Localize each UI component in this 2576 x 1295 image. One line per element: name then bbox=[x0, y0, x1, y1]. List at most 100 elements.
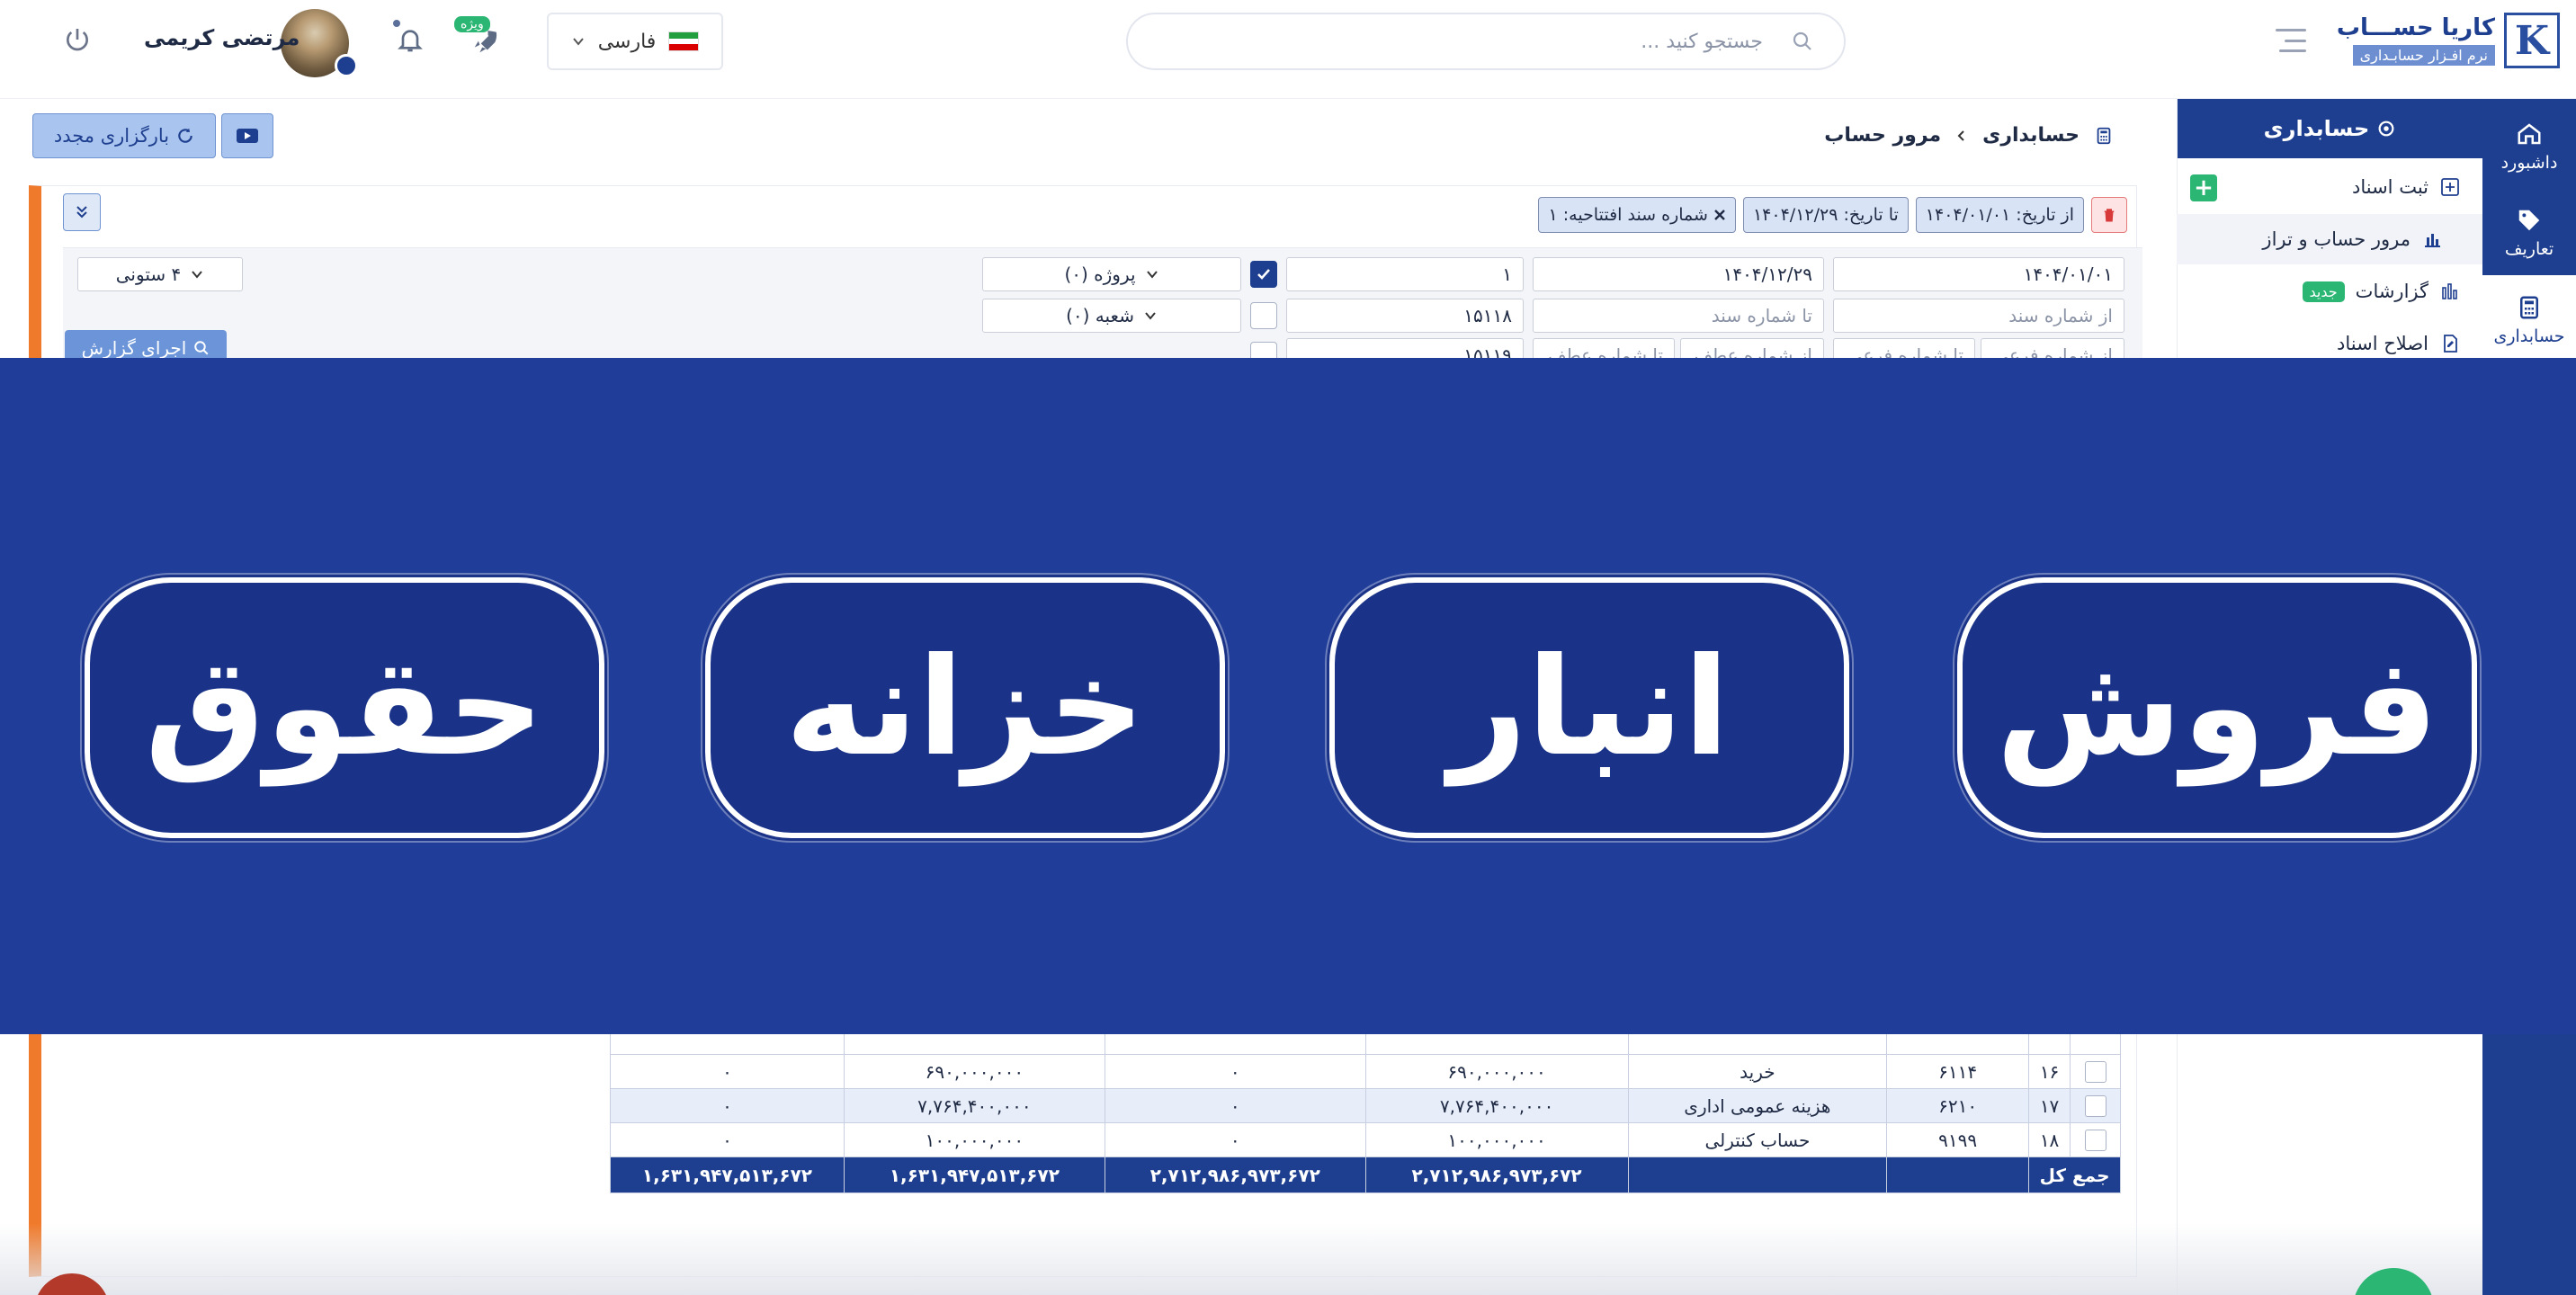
table-row[interactable]: ۱۸ ۹۱۹۹ حساب کنترلی ۱۰۰,۰۰۰,۰۰۰ ۰ ۱۰۰,۰۰… bbox=[610, 1122, 2121, 1157]
doc-number-input[interactable]: ۱۵۱۱۸ bbox=[1286, 299, 1524, 333]
chevron-down-icon bbox=[1146, 271, 1158, 279]
credit-cell: ۰ bbox=[1104, 1122, 1366, 1157]
bell-icon[interactable] bbox=[396, 25, 425, 54]
chevron-down-icon bbox=[572, 38, 584, 46]
search-icon bbox=[1793, 31, 1811, 50]
close-icon[interactable] bbox=[1713, 209, 1726, 221]
module-warehouse: انبار bbox=[1329, 577, 1849, 838]
from-doc-input[interactable]: از شماره سند bbox=[1833, 299, 2124, 333]
module-sales: فروش bbox=[1957, 577, 2477, 838]
balance-debit-cell: ۷,۷۶۴,۴۰۰,۰۰۰ bbox=[843, 1088, 1105, 1123]
notification-dot bbox=[393, 20, 400, 27]
video-icon bbox=[237, 129, 258, 143]
chart-icon bbox=[2442, 283, 2457, 299]
brand-logo[interactable]: K کاریا حســـاب نرم افـزار حسابـداری bbox=[2337, 13, 2560, 72]
filter-chip[interactable]: از تاریخ: ۱۴۰۴/۰۱/۰۱ bbox=[1915, 197, 2084, 233]
rail-item-dashboard[interactable]: داشبورد bbox=[2482, 106, 2576, 187]
chevron-down-icon bbox=[192, 271, 203, 279]
row-checkbox[interactable] bbox=[2084, 1095, 2106, 1118]
chevron-left-icon bbox=[1957, 130, 1964, 141]
opening-doc-checkbox[interactable] bbox=[1250, 261, 1277, 288]
rail-label: داشبورد bbox=[2500, 153, 2558, 173]
brand-tagline: نرم افـزار حسابـداری bbox=[2352, 45, 2495, 66]
brand-name: کاریا حســـاب bbox=[2336, 14, 2495, 41]
debit-cell: ۷,۷۶۴,۴۰۰,۰۰۰ bbox=[1364, 1088, 1629, 1123]
menu-item-reports[interactable]: گزارشات جدید bbox=[2177, 266, 2482, 317]
clear-filters-button[interactable] bbox=[2091, 197, 2127, 233]
logo-mark: K bbox=[2504, 13, 2560, 68]
rail-item-definitions[interactable]: تعاریف bbox=[2482, 192, 2576, 273]
menu-title: حسابداری bbox=[2178, 99, 2482, 158]
search-input[interactable] bbox=[1187, 14, 1763, 68]
reload-button[interactable]: بارگزاری مجدد bbox=[32, 113, 216, 158]
filter-form: ۱۴۰۴/۰۱/۰۱ ۱۴۰۴/۱۲/۲۹ ۱ پروژه (۰) ۴ ستون… bbox=[63, 247, 2142, 373]
account-code: ۶۲۱۰ bbox=[1886, 1088, 2030, 1123]
breadcrumb: حسابداری مرور حساب bbox=[1824, 124, 2114, 147]
search-icon bbox=[194, 341, 209, 355]
avatar-status-icon bbox=[335, 54, 358, 77]
to-date-input[interactable]: ۱۴۰۴/۱۲/۲۹ bbox=[1533, 257, 1824, 291]
menu-toggle-icon[interactable] bbox=[2276, 29, 2306, 52]
project-dropdown[interactable]: پروژه (۰) bbox=[982, 257, 1241, 291]
document-edit-icon bbox=[2444, 335, 2457, 353]
opening-doc-input[interactable]: ۱ bbox=[1286, 257, 1524, 291]
row-index: ۱۷ bbox=[2028, 1088, 2071, 1123]
total-row: جمع کل ۲,۷۱۲,۹۸۶,۹۷۳,۶۷۲ ۲,۷۱۲,۹۸۶,۹۷۳,۶… bbox=[610, 1157, 2121, 1193]
row-index: ۱۸ bbox=[2028, 1122, 2071, 1157]
collapse-filters-button[interactable] bbox=[63, 193, 101, 231]
calculator-icon bbox=[2520, 296, 2538, 319]
table-row[interactable]: ۱۷ ۶۲۱۰ هزینه عمومی اداری ۷,۷۶۴,۴۰۰,۰۰۰ … bbox=[610, 1088, 2121, 1123]
module-treasury: خزانه bbox=[705, 577, 1225, 838]
video-help-button[interactable] bbox=[221, 113, 273, 158]
trash-icon bbox=[2104, 209, 2115, 222]
filter-chips: از تاریخ: ۱۴۰۴/۰۱/۰۱ تا تاریخ: ۱۴۰۴/۱۲/۲… bbox=[1538, 197, 2127, 233]
total-label: جمع کل bbox=[2028, 1157, 2121, 1193]
language-select[interactable]: فارسی bbox=[547, 13, 723, 70]
from-date-input[interactable]: ۱۴۰۴/۰۱/۰۱ bbox=[1833, 257, 2124, 291]
breadcrumb-root[interactable]: حسابداری bbox=[1982, 124, 2080, 147]
account-code: ۶۱۱۴ bbox=[1886, 1054, 2030, 1089]
credit-cell: ۰ bbox=[1104, 1054, 1366, 1089]
filter-chip[interactable]: تا تاریخ: ۱۴۰۴/۱۲/۲۹ bbox=[1742, 197, 1909, 233]
tag-icon bbox=[2518, 210, 2540, 231]
home-icon bbox=[2518, 123, 2541, 145]
language-label: فارسی bbox=[597, 30, 657, 53]
user-name[interactable]: مرتضی کریمی bbox=[144, 25, 300, 50]
special-badge: ویژه bbox=[454, 16, 490, 32]
row-checkbox[interactable] bbox=[2084, 1130, 2106, 1152]
iran-flag-icon bbox=[668, 31, 700, 51]
branch-dropdown[interactable]: شعبه (۰) bbox=[982, 299, 1241, 333]
table-row[interactable]: ۱۶ ۶۱۱۴ خرید ۶۹۰,۰۰۰,۰۰۰ ۰ ۶۹۰,۰۰۰,۰۰۰ ۰ bbox=[610, 1054, 2121, 1089]
menu-item-register-docs[interactable]: ثبت اسناد bbox=[2177, 162, 2482, 212]
refresh-icon bbox=[178, 128, 192, 143]
account-title: هزینه عمومی اداری bbox=[1627, 1088, 1888, 1123]
doc-number-checkbox[interactable] bbox=[1250, 302, 1277, 329]
total-balance-credit: ۱,۶۳۱,۹۴۷,۵۱۳,۶۷۲ bbox=[610, 1157, 845, 1193]
plus-square-icon bbox=[2441, 178, 2459, 196]
debit-cell: ۶۹۰,۰۰۰,۰۰۰ bbox=[1364, 1054, 1629, 1089]
to-doc-input[interactable]: تا شماره سند bbox=[1533, 299, 1824, 333]
balance-debit-cell: ۱۰۰,۰۰۰,۰۰۰ bbox=[843, 1122, 1105, 1157]
rail-item-accounting[interactable]: حسابداری bbox=[2482, 275, 2576, 365]
search-box[interactable] bbox=[1126, 13, 1846, 70]
row-checkbox[interactable] bbox=[2084, 1061, 2106, 1084]
top-bar: K کاریا حســـاب نرم افـزار حسابـداری فار… bbox=[0, 0, 2576, 99]
balance-credit-cell: ۰ bbox=[610, 1122, 845, 1157]
new-badge: جدید bbox=[2302, 281, 2345, 302]
filter-chip[interactable]: شماره سند افتتاحیه: ۱ bbox=[1538, 197, 1736, 233]
calculator-icon bbox=[2097, 127, 2111, 144]
menu-item-account-review[interactable]: مرور حساب و تراز bbox=[2177, 214, 2482, 264]
bar-chart-icon bbox=[2425, 234, 2440, 247]
total-balance-debit: ۱,۶۳۱,۹۴۷,۵۱۳,۶۷۲ bbox=[843, 1157, 1105, 1193]
debit-cell: ۱۰۰,۰۰۰,۰۰۰ bbox=[1364, 1122, 1629, 1157]
double-chevron-down-icon bbox=[76, 206, 87, 219]
add-document-button[interactable]: + bbox=[2190, 174, 2217, 201]
balance-debit-cell: ۶۹۰,۰۰۰,۰۰۰ bbox=[843, 1054, 1105, 1089]
account-code: ۹۱۹۹ bbox=[1886, 1122, 2030, 1157]
columns-dropdown[interactable]: ۴ ستونی bbox=[77, 257, 243, 291]
rail-label: حسابداری bbox=[2493, 326, 2565, 346]
row-index: ۱۶ bbox=[2028, 1054, 2071, 1089]
power-icon[interactable] bbox=[63, 25, 92, 54]
rail-label: تعاریف bbox=[2504, 239, 2554, 259]
total-debit: ۲,۷۱۲,۹۸۶,۹۷۳,۶۷۲ bbox=[1364, 1157, 1629, 1193]
